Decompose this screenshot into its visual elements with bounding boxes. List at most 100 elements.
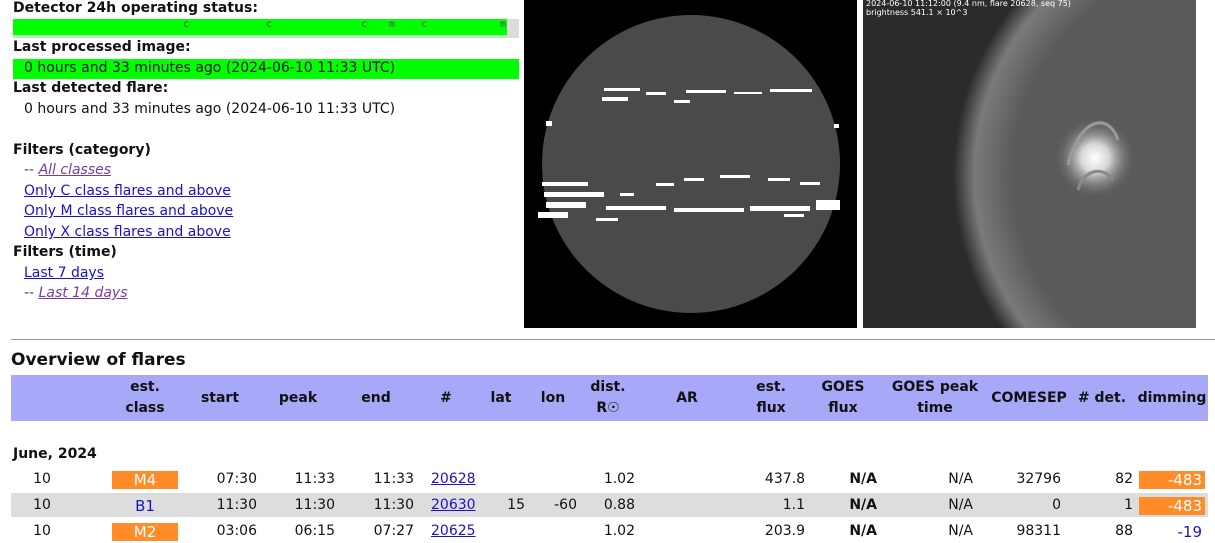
cell-peak: 11:33 <box>294 471 335 487</box>
filter-last-14-days[interactable]: -- Last 14 days <box>24 285 127 301</box>
col-end: end <box>361 389 391 406</box>
cell-lat <box>481 467 525 491</box>
cell-lon <box>531 519 577 543</box>
dimming-badge: -483 <box>1139 471 1205 489</box>
processed-image-value: 0 hours and 33 minutes ago (2024-06-10 1… <box>24 60 396 76</box>
solar-euv-svg: 2024-06-10 11:12:00 (9.4 nm, flare 20628… <box>863 0 1215 445</box>
cell-comesep: 32796 <box>1016 471 1061 487</box>
col-lat: lat <box>490 389 512 406</box>
cell-est-flux: 1.1 <box>782 497 805 513</box>
cell-start: 07:30 <box>216 471 257 487</box>
col-comesep: COMESEP <box>991 389 1067 406</box>
detected-flare-value: 0 hours and 33 minutes ago (2024-06-10 1… <box>24 101 396 117</box>
table-row: 10 B1 11:30 11:30 11:30 20630 15 -60 0.8… <box>11 493 1208 517</box>
status-tick: c <box>266 19 273 30</box>
cell-end: 11:30 <box>373 497 414 513</box>
filter-last-14-days-link[interactable]: Last 14 days <box>39 285 128 301</box>
dimming-badge: -483 <box>1139 497 1205 515</box>
filter-c-class-link[interactable]: Only C class flares and above <box>24 183 231 199</box>
filter-m-class[interactable]: Only M class flares and above <box>24 203 233 219</box>
col-lon: lon <box>540 389 566 406</box>
cell-peak: 06:15 <box>294 523 335 539</box>
section-divider <box>11 339 1215 340</box>
status-tick: c <box>183 19 190 30</box>
cell-lon <box>531 467 577 491</box>
cell-lat: 15 <box>507 497 525 513</box>
month-heading: June, 2024 <box>13 446 97 462</box>
processed-image-label: Last processed image: <box>13 39 191 55</box>
cell-lon: -60 <box>554 497 577 513</box>
col-ar: AR <box>676 389 698 406</box>
cell-goes-peak: N/A <box>948 471 973 487</box>
class-badge: B1 <box>135 497 155 515</box>
detected-flare-label: Last detected flare: <box>13 80 169 96</box>
cell-goes-flux: N/A <box>849 497 877 513</box>
active-marker: -- <box>24 285 35 301</box>
cell-detections: 88 <box>1115 523 1133 539</box>
cell-est-flux: 437.8 <box>764 471 805 487</box>
col-number: # <box>440 389 452 406</box>
cell-day: 10 <box>33 471 51 487</box>
col-dimming: dimming <box>1137 389 1207 406</box>
cell-detections: 1 <box>1124 497 1133 513</box>
filter-all-classes-link[interactable]: All classes <box>39 162 111 178</box>
cell-ar <box>667 467 707 491</box>
status-tick: c <box>361 19 368 30</box>
table-header: est. class start peak end # lat lon dist.… <box>11 375 1208 421</box>
solar-euv-image: 2024-06-10 11:12:00 (9.4 nm, flare 20628… <box>863 0 1215 445</box>
class-badge: M4 <box>112 471 178 489</box>
overview-title: Overview of flares <box>11 350 186 370</box>
cell-day: 10 <box>33 497 51 513</box>
solar-disk <box>542 15 840 313</box>
filter-last-7-days-link[interactable]: Last 7 days <box>24 265 104 281</box>
flare-number-link[interactable]: 20625 <box>431 519 481 543</box>
active-marker: -- <box>24 162 35 178</box>
cell-comesep: 0 <box>1052 497 1061 513</box>
image-caption-line2: brightness 541.1 × 10^3 <box>866 8 967 17</box>
cell-dist: 0.88 <box>603 497 635 513</box>
col-goes-peak-time: GOES peak time <box>891 379 979 416</box>
cell-ar <box>667 519 707 543</box>
cell-start: 11:30 <box>216 497 257 513</box>
status-bar-baseline <box>13 35 519 38</box>
filter-c-class[interactable]: Only C class flares and above <box>24 183 231 199</box>
cell-start: 03:06 <box>216 523 257 539</box>
cell-peak: 11:30 <box>294 497 335 513</box>
table-row: 10 M2 03:06 06:15 07:27 20625 1.02 203.9… <box>11 519 1208 543</box>
class-badge: M2 <box>112 523 178 541</box>
cell-day: 10 <box>33 523 51 539</box>
col-est-class: est. class <box>125 379 165 416</box>
filters-time-title: Filters (time) <box>13 244 117 260</box>
filter-m-class-link[interactable]: Only M class flares and above <box>24 203 233 219</box>
filter-all-classes[interactable]: -- All classes <box>24 162 111 178</box>
filter-x-class-link[interactable]: Only X class flares and above <box>24 224 231 240</box>
operating-status-bar: c c c m c m <box>13 19 519 38</box>
status-tick: m <box>389 19 396 30</box>
table-row: 10 M4 07:30 11:33 11:33 20628 1.02 437.8… <box>11 467 1208 491</box>
cell-dist: 1.02 <box>603 523 635 539</box>
cell-lat <box>481 519 525 543</box>
flare-brightening <box>1055 118 1135 198</box>
cell-comesep: 98311 <box>1016 523 1061 539</box>
filter-x-class[interactable]: Only X class flares and above <box>24 224 231 240</box>
filter-last-7-days[interactable]: Last 7 days <box>24 265 104 281</box>
cell-end: 11:33 <box>373 471 414 487</box>
cell-est-flux: 203.9 <box>764 523 805 539</box>
filters-category-title: Filters (category) <box>13 142 151 158</box>
detection-mask-image <box>524 0 857 328</box>
flare-number-link[interactable]: 20628 <box>431 467 481 491</box>
cell-end: 07:27 <box>373 523 414 539</box>
cell-goes-flux: N/A <box>849 523 877 539</box>
flare-number-link[interactable]: 20630 <box>431 493 481 517</box>
col-dist: dist. R☉ <box>590 379 626 416</box>
cell-detections: 82 <box>1115 471 1133 487</box>
cell-goes-peak: N/A <box>948 523 973 539</box>
detection-mask-svg <box>538 15 840 313</box>
col-start: start <box>200 389 240 406</box>
cell-goes-flux: N/A <box>849 471 877 487</box>
col-detections: # det. <box>1077 389 1127 406</box>
dimming-value: -19 <box>1177 523 1203 541</box>
status-tick: m <box>500 19 507 30</box>
cell-goes-peak: N/A <box>948 497 973 513</box>
col-peak: peak <box>278 389 318 406</box>
